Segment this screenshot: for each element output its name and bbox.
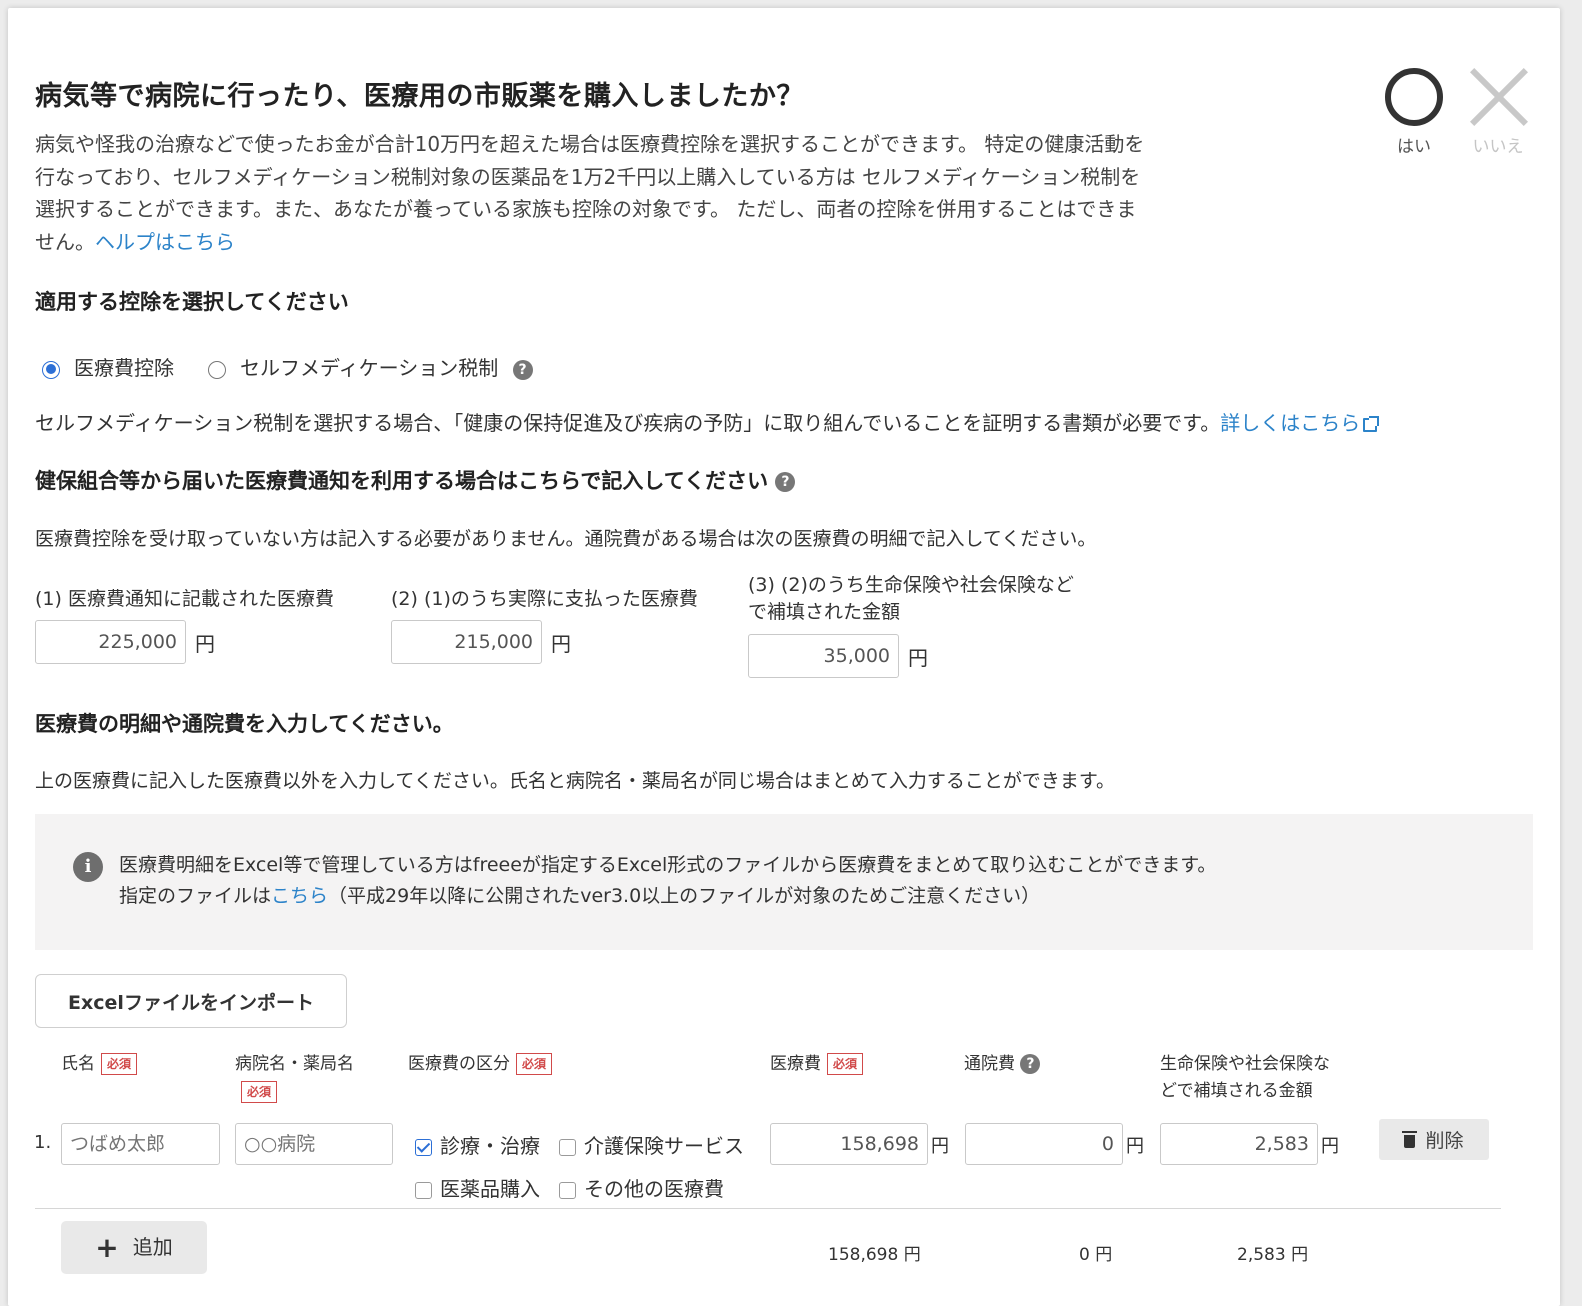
- required-badge: 必須: [241, 1081, 278, 1103]
- radio-selected-icon: [42, 360, 60, 379]
- trash-icon: [1402, 1131, 1418, 1148]
- total-transport: 0 円: [1079, 1245, 1113, 1265]
- info-text: 医療費明細をExcel等で管理している方はfreeeが指定するExcel形式のフ…: [119, 854, 1217, 907]
- required-badge: 必須: [827, 1053, 864, 1075]
- category-care-checkbox[interactable]: 介護保険サービス: [559, 1130, 744, 1159]
- total-insurance: 2,583 円: [1237, 1245, 1309, 1265]
- cross-icon: [1469, 68, 1527, 126]
- unit-label: 円: [908, 646, 928, 670]
- header-cost: 医療費 必須: [770, 1051, 864, 1078]
- hospital-input[interactable]: [235, 1123, 393, 1165]
- radio-self-medication[interactable]: セルフメディケーション税制 ?: [208, 352, 533, 381]
- notice-text: 医療費控除を受け取っていない方は記入する必要がありません。通院費がある場合は次の…: [35, 528, 1097, 550]
- unit-label: 円: [551, 632, 571, 656]
- field-label-reimbursed: (3) (2)のうち生命保険や社会保険など で補填された金額: [748, 574, 1074, 623]
- header-category: 医療費の区分 必須: [408, 1051, 553, 1078]
- row-divider: [35, 1208, 1501, 1209]
- category-other-checkbox[interactable]: その他の医療費: [559, 1173, 724, 1202]
- tax-question-card: 病気等で病院に行ったり、医療用の市販薬を購入しましたか？ 病気や怪我の治療などで…: [8, 8, 1560, 1306]
- name-input[interactable]: [61, 1123, 220, 1165]
- header-name: 氏名 必須: [61, 1051, 138, 1078]
- external-link-icon: [1363, 415, 1380, 432]
- checkbox-icon: [559, 1182, 576, 1199]
- yes-label: はい: [1397, 137, 1431, 157]
- plus-icon: +: [95, 1231, 119, 1264]
- help-icon[interactable]: ?: [1020, 1054, 1041, 1074]
- radio-unselected-icon: [208, 360, 226, 379]
- cost-input[interactable]: [770, 1123, 928, 1165]
- radio-medical-deduction[interactable]: 医療費控除: [42, 352, 174, 381]
- no-label: いいえ: [1472, 137, 1524, 157]
- notice-heading: 健保組合等から届いた医療費通知を利用する場合はこちらで記入してください ?: [35, 465, 796, 495]
- unit-label: 円: [195, 632, 215, 656]
- file-link[interactable]: こちら: [271, 885, 328, 907]
- transport-input[interactable]: [965, 1123, 1123, 1165]
- help-link[interactable]: ヘルプはこちら: [95, 230, 235, 254]
- header-insurance: 生命保険や社会保険な どで補填される金額: [1160, 1054, 1330, 1101]
- help-icon[interactable]: ?: [775, 472, 796, 492]
- circle-icon: [1385, 68, 1443, 126]
- notice-cost-input[interactable]: [35, 620, 186, 664]
- info-icon: i: [73, 852, 103, 882]
- unit-label: 円: [931, 1136, 949, 1157]
- category-treatment-checkbox[interactable]: 診療・治療: [415, 1130, 540, 1159]
- details-text: 上の医療費に記入した医療費以外を入力してください。氏名と病院名・薬局名が同じ場合…: [35, 770, 1115, 792]
- required-badge: 必須: [516, 1053, 553, 1075]
- header-hospital: 病院名・薬局名: [235, 1054, 354, 1074]
- checkbox-icon: [559, 1139, 576, 1156]
- paid-cost-input[interactable]: [391, 620, 542, 664]
- yes-button[interactable]: はい: [1384, 68, 1444, 157]
- required-badge: 必須: [101, 1053, 138, 1075]
- row-index: 1.: [34, 1132, 52, 1153]
- help-icon[interactable]: ?: [512, 359, 533, 380]
- import-excel-button[interactable]: Excelファイルをインポート: [35, 974, 347, 1028]
- insurance-input[interactable]: [1160, 1123, 1318, 1165]
- checkbox-icon: [415, 1182, 432, 1199]
- reimbursed-input[interactable]: [748, 634, 899, 678]
- category-medicine-checkbox[interactable]: 医薬品購入: [415, 1173, 540, 1202]
- delete-row-button[interactable]: 削除: [1379, 1119, 1489, 1160]
- page-title: 病気等で病院に行ったり、医療用の市販薬を購入しましたか？: [35, 81, 804, 112]
- field-label-paid-cost: (2) (1)のうち実際に支払った医療費: [391, 588, 698, 610]
- add-row-button[interactable]: + 追加: [61, 1221, 207, 1274]
- checkbox-checked-icon: [415, 1139, 432, 1156]
- unit-label: 円: [1126, 1136, 1144, 1157]
- unit-label: 円: [1321, 1136, 1339, 1157]
- self-medication-note: セルフメディケーション税制を選択する場合、「健康の保持促進及び疾病の予防」に取り…: [35, 407, 1380, 436]
- deduction-heading: 適用する控除を選択してください: [35, 290, 349, 314]
- field-label-notice-cost: (1) 医療費通知に記載された医療費: [35, 588, 334, 610]
- info-box: i 医療費明細をExcel等で管理している方はfreeeが指定するExcel形式…: [35, 814, 1533, 950]
- details-heading: 医療費の明細や通院費を入力してください。: [35, 712, 454, 736]
- header-transport: 通院費 ?: [964, 1051, 1041, 1078]
- question-description: 病気や怪我の治療などで使ったお金が合計10万円を超えた場合は医療費控除を選択する…: [35, 132, 1145, 254]
- no-button[interactable]: いいえ: [1468, 68, 1528, 157]
- total-cost: 158,698 円: [828, 1245, 921, 1265]
- header-hospital-required: 必須: [235, 1079, 278, 1106]
- details-link[interactable]: 詳しくはこちら: [1220, 411, 1380, 435]
